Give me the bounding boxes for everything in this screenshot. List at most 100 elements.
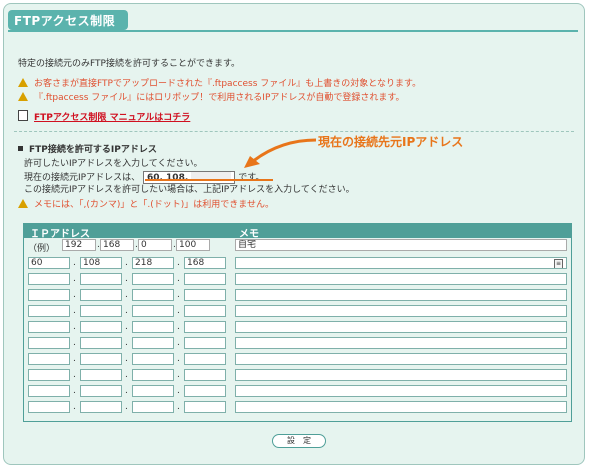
ip-separator: . (125, 274, 128, 284)
ip-octet-input-2[interactable] (80, 321, 122, 333)
ip-octet-input-1[interactable] (28, 337, 70, 349)
ip-separator: . (73, 354, 76, 364)
memo-warning-line: メモには、「,(カンマ)」と「.(ドット)」は利用できません。 (18, 197, 274, 210)
ip-octet-input-2[interactable]: 108 (80, 257, 122, 269)
page-title: FTPアクセス制限 (14, 14, 116, 28)
document-icon (18, 110, 28, 121)
ip-octet-input-4[interactable] (184, 273, 226, 285)
ftp-access-panel: FTPアクセス制限 特定の接続元のみFTP接続を許可することができます。 お客さ… (3, 3, 585, 465)
ip-separator: . (177, 306, 180, 316)
ip-octet-input-4[interactable] (184, 369, 226, 381)
memo-input[interactable] (235, 369, 567, 381)
ip-separator: . (73, 274, 76, 284)
ip-address-table: ＩＰアドレス メモ （例） 192 168 0 100... 自宅 60 108 218 168… (23, 223, 572, 422)
ip-octet-input-1[interactable] (28, 369, 70, 381)
memo-input[interactable] (235, 401, 567, 413)
ip-octet-input-1[interactable]: 60 (28, 257, 70, 269)
instruction-line-3: この接続元IPアドレスを許可したい場合は、上記IPアドレスを入力してください。 (24, 185, 355, 195)
ip-separator: . (73, 402, 76, 412)
ip-separator: . (177, 402, 180, 412)
ip-octet-input-2[interactable] (80, 353, 122, 365)
ip-octet-input-2[interactable] (80, 369, 122, 381)
ip-separator: . (125, 386, 128, 396)
ip-octet-input-3[interactable] (132, 401, 174, 413)
ip-separator: . (73, 258, 76, 268)
ip-octet-input-2[interactable] (80, 385, 122, 397)
ip-octet-input-1[interactable] (28, 273, 70, 285)
memo-input[interactable] (235, 337, 567, 349)
ip-separator: . (125, 354, 128, 364)
ip-octet-input-2[interactable] (80, 273, 122, 285)
ip-octet-input-4[interactable] (184, 337, 226, 349)
set-button[interactable]: 設 定 (272, 434, 326, 448)
ip-separator: . (135, 240, 138, 250)
title-bar: FTPアクセス制限 (8, 10, 128, 30)
ip-separator: . (125, 306, 128, 316)
ip-octet-input-3[interactable] (132, 289, 174, 301)
warning-icon (18, 199, 28, 208)
ip-octet-input-3[interactable]: 218 (132, 257, 174, 269)
example-ip-octet-3[interactable]: 0 (138, 239, 172, 251)
ip-octet-input-1[interactable] (28, 385, 70, 397)
warning-text-1: お客さまが直接FTPでアップロードされた『.ftpaccess ファイル』も上書… (34, 79, 422, 89)
instruction-line-1: 許可したいIPアドレスを入力してください。 (24, 159, 203, 169)
memo-input[interactable] (235, 273, 567, 285)
ip-octet-input-3[interactable] (132, 321, 174, 333)
memo-autofill-icon[interactable]: ≡ (554, 259, 563, 268)
ip-octet-input-4[interactable] (184, 305, 226, 317)
ip-octet-input-2[interactable] (80, 401, 122, 413)
example-memo[interactable]: 自宅 (235, 239, 567, 251)
ip-separator: . (125, 338, 128, 348)
ip-separator: . (177, 354, 180, 364)
ip-octet-input-4[interactable] (184, 353, 226, 365)
bullet-icon (18, 146, 23, 151)
example-ip-octet-2[interactable]: 168 (100, 239, 134, 251)
callout-arrow-icon (244, 138, 317, 168)
ip-separator: . (73, 322, 76, 332)
example-ip-octet-4[interactable]: 100 (176, 239, 210, 251)
ip-separator: . (125, 370, 128, 380)
ip-octet-input-1[interactable] (28, 353, 70, 365)
ip-octet-input-2[interactable] (80, 305, 122, 317)
ip-octet-input-3[interactable] (132, 369, 174, 381)
memo-input[interactable]: ≡ (235, 257, 567, 269)
memo-input[interactable] (235, 321, 567, 333)
memo-input[interactable] (235, 305, 567, 317)
ip-octet-input-4[interactable] (184, 289, 226, 301)
example-ip-octet-1[interactable]: 192 (62, 239, 96, 251)
memo-input[interactable] (235, 385, 567, 397)
ip-octet-input-1[interactable] (28, 305, 70, 317)
ip-octet-input-4[interactable] (184, 321, 226, 333)
current-ip-underline (145, 179, 273, 181)
ip-separator: . (125, 402, 128, 412)
ip-separator: . (73, 386, 76, 396)
section-heading: FTP接続を許可するIPアドレス (18, 142, 157, 155)
ip-octet-input-2[interactable] (80, 289, 122, 301)
ip-octet-input-4[interactable]: 168 (184, 257, 226, 269)
ip-octet-input-3[interactable] (132, 353, 174, 365)
ip-separator: . (125, 322, 128, 332)
ip-octet-input-1[interactable] (28, 289, 70, 301)
memo-input[interactable] (235, 353, 567, 365)
title-divider (8, 30, 578, 32)
ip-separator: . (177, 322, 180, 332)
ip-octet-input-2[interactable] (80, 337, 122, 349)
ip-separator: . (177, 258, 180, 268)
ip-separator: . (73, 290, 76, 300)
section-title: FTP接続を許可するIPアドレス (29, 145, 157, 155)
ip-octet-input-1[interactable] (28, 321, 70, 333)
ip-octet-input-3[interactable] (132, 273, 174, 285)
ip-octet-input-4[interactable] (184, 385, 226, 397)
ip-octet-input-1[interactable] (28, 401, 70, 413)
ip-octet-input-4[interactable] (184, 401, 226, 413)
ip-separator: . (73, 338, 76, 348)
ip-octet-input-3[interactable] (132, 385, 174, 397)
warning-icon (18, 92, 28, 101)
memo-input[interactable] (235, 289, 567, 301)
intro-text: 特定の接続元のみFTP接続を許可することができます。 (18, 59, 241, 69)
ip-octet-input-3[interactable] (132, 305, 174, 317)
ip-separator: . (177, 274, 180, 284)
manual-link[interactable]: FTPアクセス制限 マニュアルはコチラ (34, 113, 190, 123)
ip-octet-input-3[interactable] (132, 337, 174, 349)
callout-label: 現在の接続先元IPアドレス (318, 135, 464, 149)
